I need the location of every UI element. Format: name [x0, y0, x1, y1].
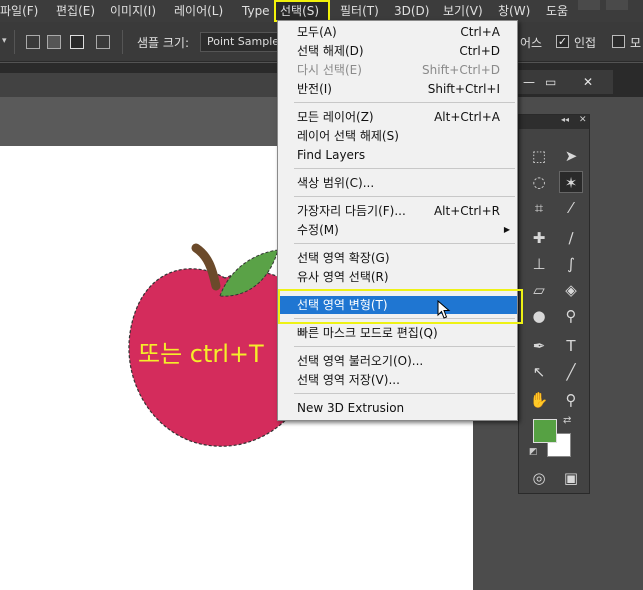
tool-preset-arrow-icon[interactable]: ▾ — [2, 36, 7, 46]
tools-panel-header[interactable]: ◂◂ ✕ — [519, 115, 589, 129]
menu-separator — [294, 168, 515, 169]
line-tool-icon[interactable]: ╱ — [559, 361, 583, 383]
menu-type[interactable]: Type — [242, 0, 270, 22]
brush-tool-icon[interactable]: ∕ — [559, 227, 583, 249]
select-menu-dropdown: 모두(A) Ctrl+A 선택 해제(D) Ctrl+D 다시 선택(E) Shift… — [277, 20, 518, 421]
marquee-tool-icon[interactable]: ⬚ — [527, 145, 551, 167]
menu-item-quick-mask[interactable]: 빠른 마스크 모드로 편집(Q) — [278, 324, 517, 342]
highlight-annotation-box — [278, 289, 523, 324]
crop-tool-icon[interactable]: ⌗ — [527, 197, 551, 219]
menu-separator — [294, 243, 515, 244]
move-tool-icon[interactable]: ➤ — [559, 145, 583, 167]
divider — [122, 30, 123, 54]
window-maximize-button[interactable] — [606, 0, 628, 10]
eyedropper-tool-icon[interactable]: ⁄ — [559, 197, 583, 219]
menu-view[interactable]: 보기(V) — [443, 0, 483, 22]
menu-separator — [294, 102, 515, 103]
close-icon[interactable]: ✕ — [583, 75, 593, 89]
menu-item-save-selection[interactable]: 선택 영역 저장(V)... — [278, 371, 517, 389]
menu-bar: 파일(F) 편집(E) 이미지(I) 레이어(L) Type 선택(S) 필터(… — [0, 0, 643, 22]
paint-bucket-tool-icon[interactable]: ◈ — [559, 279, 583, 301]
magic-wand-tool-icon[interactable]: ✶ — [559, 171, 583, 193]
eraser-tool-icon[interactable]: ▱ — [527, 279, 551, 301]
menu-filter[interactable]: 필터(T) — [340, 0, 379, 22]
document-tab[interactable] — [0, 73, 280, 97]
foreground-color-swatch[interactable] — [533, 419, 557, 443]
menu-separator — [294, 393, 515, 394]
submenu-arrow-icon: ▶ — [503, 225, 510, 234]
mouse-cursor-icon — [437, 300, 451, 319]
menu-edit[interactable]: 편집(E) — [56, 0, 95, 22]
all-layers-label: 모 — [630, 36, 642, 50]
default-colors-icon[interactable]: ◩ — [529, 447, 538, 457]
divider — [14, 30, 15, 54]
menu-separator — [294, 196, 515, 197]
menu-help[interactable]: 도움 — [546, 0, 572, 22]
zoom-tool-icon[interactable]: ⚲ — [559, 389, 583, 411]
menu-item-inverse[interactable]: 반전(I) Shift+Ctrl+I — [278, 80, 517, 98]
menu-item-deselect-layers[interactable]: 레이어 선택 해제(S) — [278, 127, 517, 145]
minimize-icon[interactable]: — — [523, 75, 535, 89]
menu-item-modify[interactable]: 수정(M) ▶ — [278, 221, 517, 239]
swap-colors-icon[interactable]: ⇄ — [563, 415, 571, 426]
sample-size-label: 샘플 크기: — [137, 36, 190, 50]
type-tool-icon[interactable]: T — [559, 335, 583, 357]
menu-file[interactable]: 파일(F) — [0, 0, 38, 22]
menu-item-find-layers[interactable]: Find Layers — [278, 146, 517, 164]
menu-item-all[interactable]: 모두(A) Ctrl+A — [278, 23, 517, 41]
quick-mask-icon[interactable]: ◎ — [527, 467, 551, 489]
close-panel-icon[interactable]: ✕ — [579, 115, 587, 125]
new-selection-icon[interactable] — [26, 35, 40, 49]
anti-alias-label: 어스 — [520, 36, 543, 50]
dodge-tool-icon[interactable]: ⚲ — [559, 305, 583, 327]
restore-icon[interactable]: ▭ — [545, 75, 556, 89]
menu-window[interactable]: 창(W) — [498, 0, 530, 22]
clone-stamp-tool-icon[interactable]: ⊥ — [527, 253, 551, 275]
pen-tool-icon[interactable]: ✒ — [527, 335, 551, 357]
all-layers-checkbox[interactable] — [612, 35, 625, 48]
menu-layer[interactable]: 레이어(L) — [174, 0, 223, 22]
subtract-from-selection-icon[interactable] — [70, 35, 84, 49]
menu-3d[interactable]: 3D(D) — [394, 0, 429, 22]
menu-item-deselect[interactable]: 선택 해제(D) Ctrl+D — [278, 42, 517, 60]
collapse-icon[interactable]: ◂◂ — [561, 115, 569, 124]
menu-item-all-layers[interactable]: 모든 레이어(Z) Alt+Ctrl+A — [278, 108, 517, 126]
lasso-tool-icon[interactable]: ◌ — [527, 171, 551, 193]
menu-item-color-range[interactable]: 색상 범위(C)... — [278, 174, 517, 192]
contiguous-label: 인접 — [574, 36, 597, 50]
tools-panel: ◂◂ ✕ ⬚ ➤ ◌ ✶ ⌗ ⁄ ✚ ∕ ⊥ ∫ ▱ ◈ ● ⚲ ✒ T ↖ ╱… — [518, 114, 590, 494]
menu-item-load-selection[interactable]: 선택 영역 불러오기(O)... — [278, 352, 517, 370]
menu-item-grow[interactable]: 선택 영역 확장(G) — [278, 249, 517, 267]
menu-item-refine-edge[interactable]: 가장자리 다듬기(F)... Alt+Ctrl+R — [278, 202, 517, 220]
floating-window-controls: — ▭ ✕ — [515, 70, 613, 94]
intersect-selection-icon[interactable] — [96, 35, 110, 49]
healing-brush-tool-icon[interactable]: ✚ — [527, 227, 551, 249]
add-to-selection-icon[interactable] — [47, 35, 61, 49]
contiguous-checkbox[interactable]: ✓ — [556, 35, 569, 48]
sample-size-select[interactable]: Point Sample — [200, 32, 278, 52]
menu-image[interactable]: 이미지(I) — [110, 0, 156, 22]
hand-tool-icon[interactable]: ✋ — [527, 389, 551, 411]
menu-item-reselect: 다시 선택(E) Shift+Ctrl+D — [297, 63, 500, 77]
history-brush-tool-icon[interactable]: ∫ — [559, 253, 583, 275]
window-minimize-button[interactable] — [578, 0, 600, 10]
menu-select[interactable]: 선택(S) — [274, 0, 330, 22]
menu-item-similar[interactable]: 유사 영역 선택(R) — [278, 268, 517, 286]
path-selection-tool-icon[interactable]: ↖ — [527, 361, 551, 383]
menu-item-new-3d-extrusion[interactable]: New 3D Extrusion — [278, 399, 517, 417]
screen-mode-icon[interactable]: ▣ — [559, 467, 583, 489]
annotation-text: 또는 ctrl+T — [138, 340, 264, 368]
menu-separator — [294, 346, 515, 347]
blur-tool-icon[interactable]: ● — [527, 305, 551, 327]
